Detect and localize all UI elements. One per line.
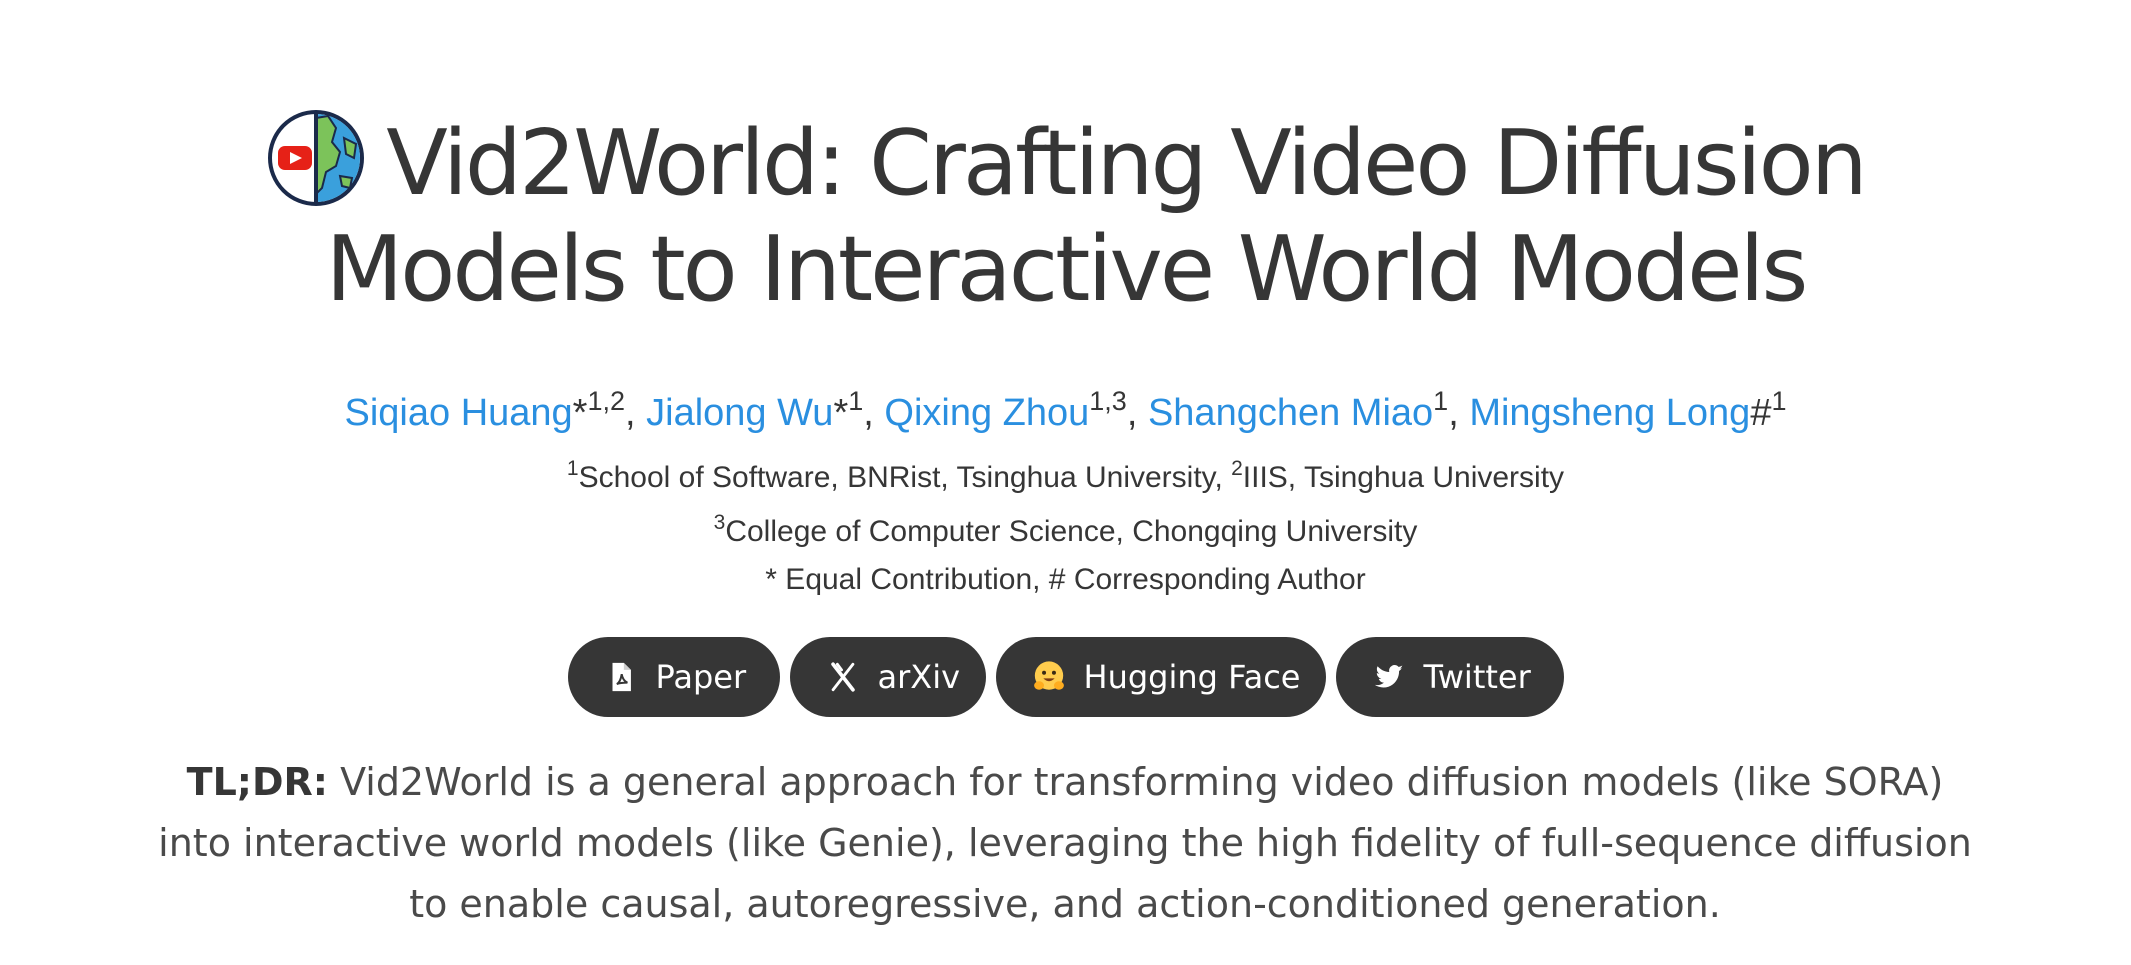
arxiv-icon [826,660,860,694]
affil-sup: 2 [1231,457,1243,480]
author-separator: , [1126,392,1148,434]
author-mark: * [572,392,588,434]
affiliation-line-1: 1School of Software, BNRist, Tsinghua Un… [0,458,2131,498]
author-mark: # [1750,392,1772,434]
tldr-summary: TL;DR: Vid2World is a general approach f… [150,752,1980,935]
affil-sup: 1 [566,457,579,480]
author-separator: , [625,392,647,434]
author-separator: , [1448,392,1470,434]
affil-text: School of Software, BNRist, Tsinghua Uni… [578,461,1232,494]
author-affil-sup: 1 [848,386,864,416]
title-line-1: Vid2World: Crafting Video Diffusion [0,108,2131,217]
youtube-globe-icon [266,108,366,208]
affiliation-line-2: 3College of Computer Science, Chongqing … [0,512,2131,552]
paper-button[interactable]: Paper [567,637,780,717]
paper-button-label: Paper [655,658,747,696]
author-affil-sup: 1 [1433,386,1449,416]
author-affil-sup: 1 [1771,386,1787,416]
author-list: Siqiao Huang*1,2, Jialong Wu*1, Qixing Z… [0,387,2131,439]
author-mark: * [833,392,849,434]
affil-text: College of Computer Science, Chongqing U… [725,515,1418,548]
author-link-mingsheng-long[interactable]: Mingsheng Long [1469,392,1750,434]
author-link-siqiao-huang[interactable]: Siqiao Huang [345,392,573,434]
arxiv-button[interactable]: arXiv [789,637,986,717]
hugging-face-button-label: Hugging Face [1083,658,1301,696]
page: Vid2World: Crafting Video Diffusion Mode… [0,0,2131,965]
link-buttons: Paper arXiv Hugging Face Twitter [0,637,2131,717]
author-separator: , [863,392,885,434]
author-affil-sup: 1,2 [587,386,626,416]
tldr-text: Vid2World is a general approach for tran… [158,760,1972,926]
arxiv-button-label: arXiv [877,658,961,696]
affil-text: IIIS, Tsinghua University [1242,461,1565,494]
title-line-2: Models to Interactive World Models [325,217,1809,322]
twitter-button-label: Twitter [1423,658,1531,696]
twitter-button[interactable]: Twitter [1335,637,1564,717]
contribution-note: * Equal Contribution, # Corresponding Au… [765,563,1366,596]
affil-sup: 3 [713,511,726,534]
author-link-shangchen-miao[interactable]: Shangchen Miao [1148,392,1433,434]
hugging-face-emoji-icon [1032,660,1066,694]
hugging-face-button[interactable]: Hugging Face [995,637,1326,717]
author-link-jialong-wu[interactable]: Jialong Wu [646,392,833,434]
author-link-qixing-zhou[interactable]: Qixing Zhou [884,392,1089,434]
author-affil-sup: 1,3 [1089,386,1127,416]
pdf-file-icon [604,660,638,694]
page-title: Vid2World: Crafting Video Diffusion Mode… [0,108,2131,323]
title-line-1-text: Vid2World: Crafting Video Diffusion [386,111,1867,216]
tldr-label: TL;DR: [186,760,329,804]
twitter-bird-icon [1372,660,1406,694]
